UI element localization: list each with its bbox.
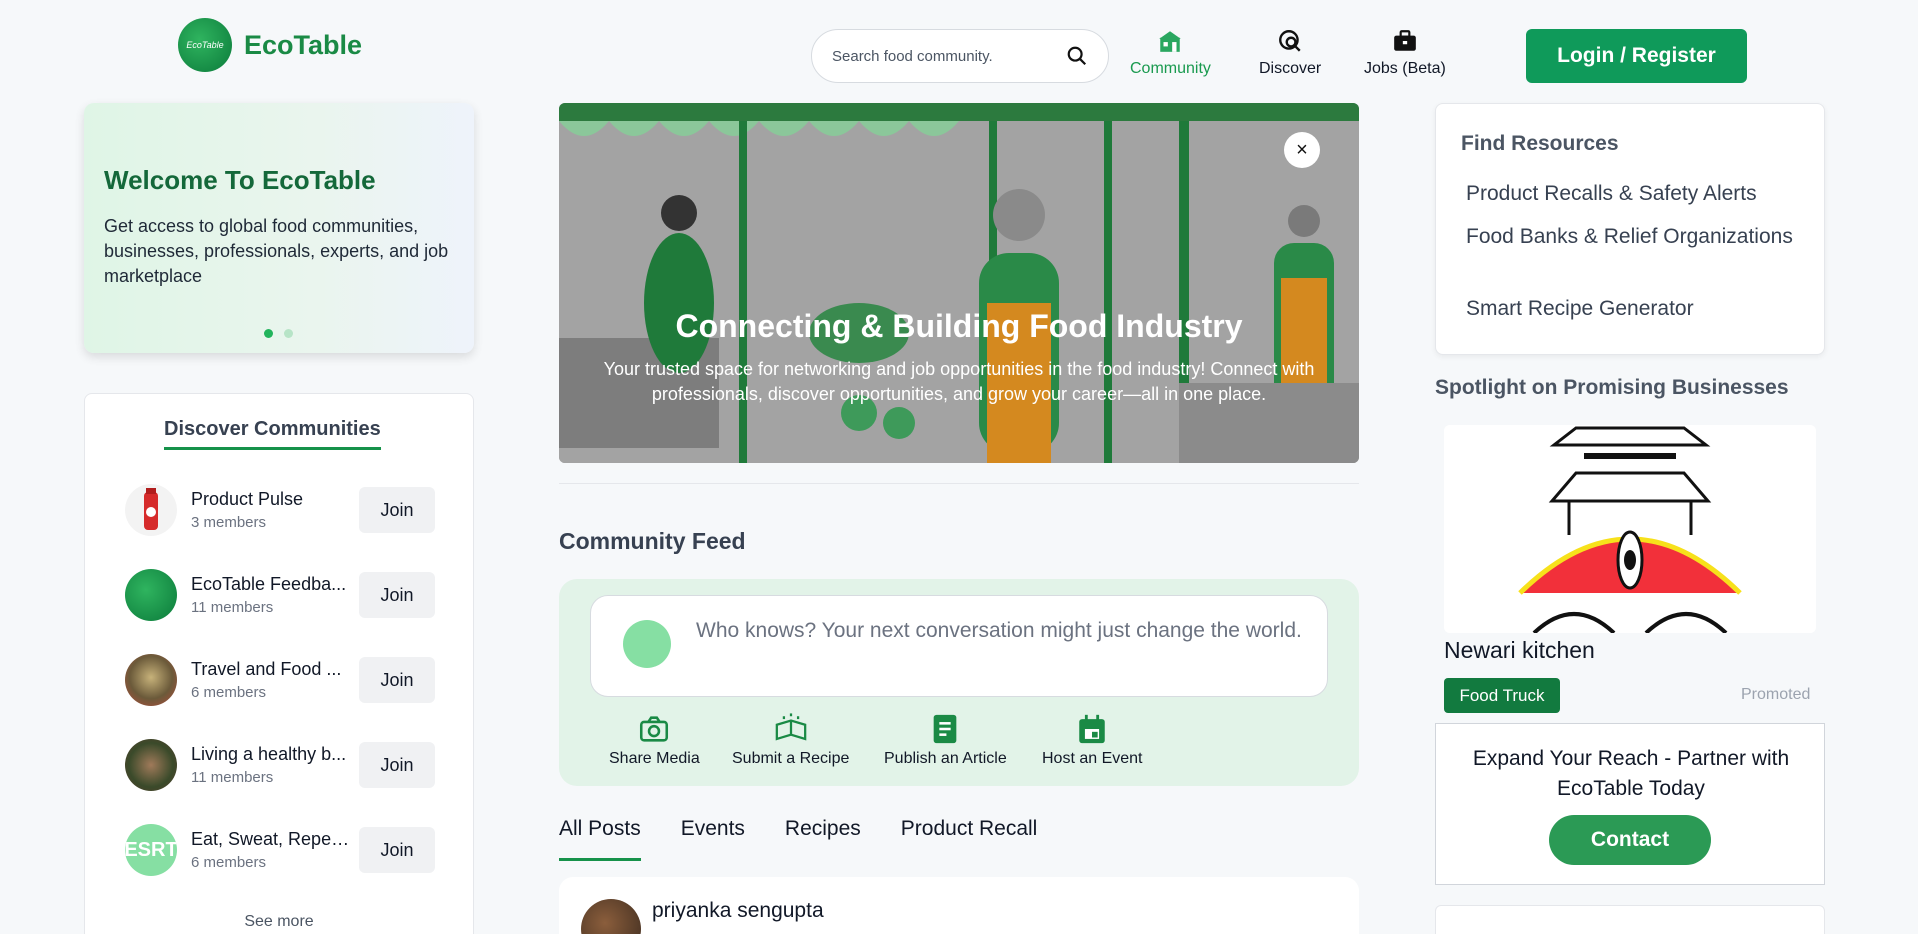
- host-event-label: Host an Event: [1042, 750, 1143, 767]
- tab-recipes[interactable]: Recipes: [785, 815, 861, 861]
- search-input[interactable]: [832, 47, 1052, 65]
- calendar-icon: [1079, 714, 1105, 744]
- nav-jobs[interactable]: Jobs (Beta): [1364, 28, 1446, 78]
- carousel-dot-2[interactable]: [284, 329, 293, 338]
- article-icon: [934, 714, 957, 744]
- briefcase-icon: [1394, 30, 1416, 51]
- carousel-dot-1[interactable]: [264, 329, 273, 338]
- community-members: 11 members: [191, 599, 274, 616]
- business-logo: [1444, 425, 1816, 633]
- partner-text: Expand Your Reach - Partner with EcoTabl…: [1472, 747, 1790, 800]
- logo-mark: EcoTable: [178, 18, 232, 72]
- logo-text: EcoTable: [244, 29, 363, 60]
- search-bar[interactable]: [811, 29, 1109, 83]
- join-button[interactable]: Join: [359, 742, 435, 788]
- business-name[interactable]: Newari kitchen: [1444, 637, 1595, 664]
- submit-recipe-label: Submit a Recipe: [732, 750, 850, 767]
- find-resources-card: Find Resources Product Recalls & Safety …: [1435, 103, 1825, 355]
- community-avatar: [125, 484, 177, 536]
- community-item[interactable]: Travel and Food ... 6 members Join: [125, 654, 435, 706]
- community-avatar: [125, 654, 177, 706]
- post-author-name[interactable]: priyanka sengupta: [652, 899, 824, 923]
- nav-community-label: Community: [1130, 60, 1211, 77]
- tab-all-posts[interactable]: All Posts: [559, 815, 641, 861]
- community-item[interactable]: ESRT Eat, Sweat, Repea... 6 members Join: [125, 824, 435, 876]
- host-event-button[interactable]: Host an Event: [1042, 712, 1143, 768]
- partner-card: Expand Your Reach - Partner with EcoTabl…: [1435, 723, 1825, 885]
- community-item[interactable]: Product Pulse 3 members Join: [125, 484, 435, 536]
- logo[interactable]: EcoTable EcoTable: [178, 18, 362, 72]
- promoted-label: Promoted: [1741, 686, 1811, 703]
- welcome-carousel: Welcome To EcoTable Get access to global…: [84, 103, 474, 353]
- community-avatar-text: ESRT: [125, 838, 177, 861]
- hero-title: Connecting & Building Food Industry: [675, 308, 1243, 344]
- post-author-avatar[interactable]: [581, 899, 641, 934]
- hero-illustration: [559, 103, 1359, 463]
- carousel-dots: [264, 329, 293, 338]
- community-avatar: [125, 569, 177, 621]
- nav-discover[interactable]: Discover: [1259, 28, 1321, 78]
- next-card: [1435, 905, 1825, 934]
- community-item[interactable]: Living a healthy b... 11 members Join: [125, 739, 435, 791]
- resources-title: Find Resources: [1461, 132, 1619, 155]
- resource-link-recipe-generator[interactable]: Smart Recipe Generator: [1466, 294, 1806, 324]
- publish-article-button[interactable]: Publish an Article: [884, 712, 1007, 768]
- nav-discover-label: Discover: [1259, 60, 1322, 77]
- recipe-book-icon: [775, 713, 806, 741]
- welcome-text: Get access to global food communities, b…: [104, 216, 449, 286]
- community-avatar: [125, 739, 177, 791]
- feed-tabs: All Posts Events Recipes Product Recall: [559, 815, 1077, 861]
- resource-link-food-banks[interactable]: Food Banks & Relief Organizations: [1466, 222, 1806, 252]
- community-name: EcoTable Feedba...: [191, 574, 347, 594]
- community-members: 6 members: [191, 854, 267, 871]
- share-media-button[interactable]: Share Media: [609, 712, 700, 768]
- publish-article-label: Publish an Article: [884, 750, 1007, 767]
- community-members: 3 members: [191, 514, 267, 531]
- community-name: Eat, Sweat, Repea...: [191, 829, 356, 849]
- camera-icon: [640, 716, 669, 742]
- post-composer: Who knows? Your next conversation might …: [559, 579, 1359, 786]
- spotlight-title: Spotlight on Promising Businesses: [1435, 376, 1789, 399]
- divider: [559, 483, 1359, 484]
- see-more-link[interactable]: See more: [85, 913, 473, 931]
- hero-subtitle: Your trusted space for networking and jo…: [603, 359, 1315, 404]
- join-button[interactable]: Join: [359, 657, 435, 703]
- join-button[interactable]: Join: [359, 572, 435, 618]
- close-banner-button[interactable]: ×: [1284, 132, 1320, 168]
- tab-events[interactable]: Events: [681, 815, 745, 861]
- hero-banner: × Connecting & Building Food Industry Yo…: [559, 103, 1359, 463]
- business-image[interactable]: [1444, 425, 1816, 633]
- community-members: 6 members: [191, 684, 267, 701]
- community-name: Living a healthy b...: [191, 744, 347, 764]
- discover-communities-card: Discover Communities Product Pulse 3 mem…: [84, 393, 474, 934]
- business-category-badge: Food Truck: [1444, 678, 1560, 713]
- community-feed-title: Community Feed: [559, 528, 746, 554]
- composer-input[interactable]: Who knows? Your next conversation might …: [590, 595, 1328, 697]
- welcome-title: Welcome To EcoTable: [104, 165, 376, 195]
- user-avatar: [623, 620, 671, 668]
- join-button[interactable]: Join: [359, 487, 435, 533]
- share-media-label: Share Media: [609, 750, 700, 767]
- nav-community[interactable]: Community: [1130, 28, 1211, 78]
- submit-recipe-button[interactable]: Submit a Recipe: [732, 712, 849, 768]
- logo-mark-text: EcoTable: [186, 40, 224, 50]
- post-card: priyanka sengupta: [559, 877, 1359, 934]
- community-item[interactable]: EcoTable Feedba... 11 members Join: [125, 569, 435, 621]
- search-icon[interactable]: [1066, 45, 1088, 67]
- community-avatar: ESRT: [125, 824, 177, 876]
- join-button[interactable]: Join: [359, 827, 435, 873]
- login-register-button[interactable]: Login / Register: [1526, 29, 1747, 83]
- tab-product-recall[interactable]: Product Recall: [901, 815, 1038, 861]
- discover-icon: [1279, 30, 1301, 52]
- composer-placeholder: Who knows? Your next conversation might …: [696, 619, 1302, 642]
- community-name: Travel and Food ...: [191, 659, 342, 679]
- community-members: 11 members: [191, 769, 274, 786]
- nav-jobs-label: Jobs (Beta): [1364, 60, 1446, 77]
- community-icon: [1159, 31, 1182, 52]
- resource-link-recalls[interactable]: Product Recalls & Safety Alerts: [1466, 179, 1806, 209]
- community-name: Product Pulse: [191, 489, 304, 509]
- communities-title: Discover Communities: [164, 418, 381, 450]
- top-header: EcoTable EcoTable Community Discover Job…: [0, 0, 1918, 100]
- contact-button[interactable]: Contact: [1549, 815, 1711, 865]
